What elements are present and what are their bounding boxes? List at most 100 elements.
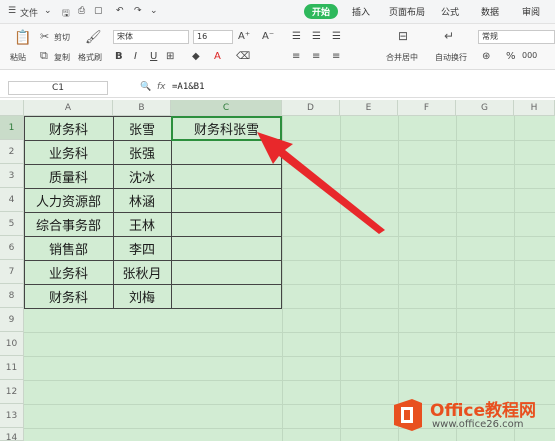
row-header[interactable]: 2 <box>0 140 24 164</box>
paste-icon[interactable]: 📋 <box>14 30 31 46</box>
cell-a4[interactable]: 人力资源部 <box>24 191 113 210</box>
column-header-d[interactable]: D <box>282 100 340 116</box>
hamburger-menu-icon[interactable]: ☰ <box>8 6 16 16</box>
copy-button[interactable]: 复制 <box>54 52 70 63</box>
fill-color-icon[interactable]: ◆ <box>192 51 200 62</box>
fx-icon[interactable]: fx <box>157 82 166 92</box>
merge-center-icon[interactable]: ⊟ <box>398 29 408 43</box>
align-top-icon[interactable]: ☰ <box>292 31 301 42</box>
align-right-icon[interactable]: ≡ <box>332 51 340 62</box>
paste-button[interactable]: 粘贴 <box>10 52 26 63</box>
row-header[interactable]: 3 <box>0 164 24 188</box>
cell-b7[interactable]: 张秋月 <box>113 263 171 282</box>
thousands-icon[interactable]: 000 <box>522 51 537 60</box>
cell-a8[interactable]: 财务科 <box>24 287 113 306</box>
wrap-text-button[interactable]: 自动换行 <box>435 52 467 63</box>
formula-input[interactable]: =A1&B1 <box>172 82 205 92</box>
format-painter-button[interactable]: 格式刷 <box>78 52 102 63</box>
gridline <box>24 332 555 333</box>
column-header-g[interactable]: G <box>456 100 514 116</box>
column-header-b[interactable]: B <box>113 100 171 116</box>
copy-icon[interactable]: ⧉ <box>40 49 48 63</box>
percent-icon[interactable]: % <box>506 51 516 62</box>
zoom-icon[interactable]: 🔍 <box>140 82 151 92</box>
arrow-icon <box>257 132 385 234</box>
cell-b2[interactable]: 张强 <box>113 143 171 162</box>
row-header[interactable]: 14 <box>0 428 24 441</box>
row-header[interactable]: 10 <box>0 332 24 356</box>
table-border <box>24 236 282 237</box>
cell-b5[interactable]: 王林 <box>113 215 171 234</box>
align-left-icon[interactable]: ≡ <box>292 51 300 62</box>
cell-a3[interactable]: 质量科 <box>24 167 113 186</box>
cell-b3[interactable]: 沈冰 <box>113 167 171 186</box>
formula-bar: C1 🔍 fx =A1&B1 <box>0 78 555 98</box>
tab-insert[interactable]: 插入 <box>352 5 370 18</box>
file-menu[interactable]: 文件 <box>20 6 38 19</box>
column-header-a[interactable]: A <box>24 100 113 116</box>
cell-a6[interactable]: 销售部 <box>24 239 113 258</box>
row-header[interactable]: 6 <box>0 236 24 260</box>
row-header[interactable]: 8 <box>0 284 24 308</box>
chevron-down-icon[interactable]: ⌄ <box>44 6 52 16</box>
redo-icon[interactable]: ↷ <box>134 6 142 16</box>
column-header-c[interactable]: C <box>171 100 282 116</box>
row-header[interactable]: 13 <box>0 404 24 428</box>
tab-formulas[interactable]: 公式 <box>441 5 459 18</box>
cell-a7[interactable]: 业务科 <box>24 263 113 282</box>
column-header-e[interactable]: E <box>340 100 398 116</box>
font-name-select[interactable]: 宋体 <box>113 30 189 44</box>
select-all-corner[interactable] <box>0 100 24 116</box>
undo-icon[interactable]: ↶ <box>116 6 124 16</box>
format-painter-icon[interactable]: 🖌 <box>85 30 102 45</box>
title-bar: ☰ 文件 ⌄ 🖫 ⎙ ▢ ↶ ↷ ⌄ 开始 插入 页面布局 公式 数据 审阅 <box>0 0 555 24</box>
number-format-select[interactable]: 常规 <box>478 30 555 44</box>
row-header[interactable]: 7 <box>0 260 24 284</box>
clear-format-icon[interactable]: ⌫ <box>236 51 250 62</box>
grow-font-icon[interactable]: A⁺ <box>238 31 250 42</box>
wrap-text-icon[interactable]: ↵ <box>444 29 454 43</box>
logo-url: www.office26.com <box>432 419 524 430</box>
cell-b6[interactable]: 李四 <box>113 239 171 258</box>
border-icon[interactable]: ⊞ <box>166 51 174 62</box>
tab-review[interactable]: 审阅 <box>522 5 540 18</box>
cut-button[interactable]: 剪切 <box>54 32 70 43</box>
bold-icon[interactable]: B <box>115 51 123 62</box>
font-color-icon[interactable]: A <box>214 51 221 62</box>
cell-a5[interactable]: 综合事务部 <box>24 215 113 234</box>
shrink-font-icon[interactable]: A⁻ <box>262 31 274 42</box>
name-box[interactable]: C1 <box>8 81 108 95</box>
row-header[interactable]: 11 <box>0 356 24 380</box>
spreadsheet-grid[interactable]: A B C D E F G H 1 2 3 4 5 6 7 8 9 10 11 … <box>0 100 555 441</box>
row-header[interactable]: 5 <box>0 212 24 236</box>
column-header-f[interactable]: F <box>398 100 456 116</box>
print-preview-icon[interactable]: ▢ <box>94 6 103 16</box>
merge-center-button[interactable]: 合并居中 <box>386 52 418 63</box>
save-icon[interactable]: 🖫 <box>62 6 70 22</box>
row-header[interactable]: 9 <box>0 308 24 332</box>
cell-a1[interactable]: 财务科 <box>24 119 113 138</box>
align-bottom-icon[interactable]: ☰ <box>332 31 341 42</box>
tab-data[interactable]: 数据 <box>481 5 499 18</box>
align-middle-icon[interactable]: ☰ <box>312 31 321 42</box>
customize-chevron-icon[interactable]: ⌄ <box>150 6 158 16</box>
align-center-icon[interactable]: ≡ <box>312 51 320 62</box>
print-icon[interactable]: ⎙ <box>78 6 85 16</box>
cell-b1[interactable]: 张雪 <box>113 119 171 138</box>
column-header-h[interactable]: H <box>514 100 555 116</box>
currency-icon[interactable]: ⊛ <box>482 51 490 62</box>
row-header[interactable]: 1 <box>0 116 24 140</box>
logo-brand: Office教程网 <box>430 401 537 421</box>
cell-b8[interactable]: 刘梅 <box>113 287 171 306</box>
tab-page-layout[interactable]: 页面布局 <box>389 5 425 18</box>
font-size-select[interactable]: 16 <box>193 30 233 44</box>
row-header[interactable]: 12 <box>0 380 24 404</box>
scissors-icon[interactable]: ✂ <box>40 30 49 43</box>
cell-b4[interactable]: 林涵 <box>113 191 171 210</box>
underline-icon[interactable]: U <box>150 51 157 62</box>
row-header[interactable]: 4 <box>0 188 24 212</box>
cell-a2[interactable]: 业务科 <box>24 143 113 162</box>
italic-icon[interactable]: I <box>134 51 137 62</box>
tab-home[interactable]: 开始 <box>304 4 339 19</box>
gridline <box>24 356 555 357</box>
